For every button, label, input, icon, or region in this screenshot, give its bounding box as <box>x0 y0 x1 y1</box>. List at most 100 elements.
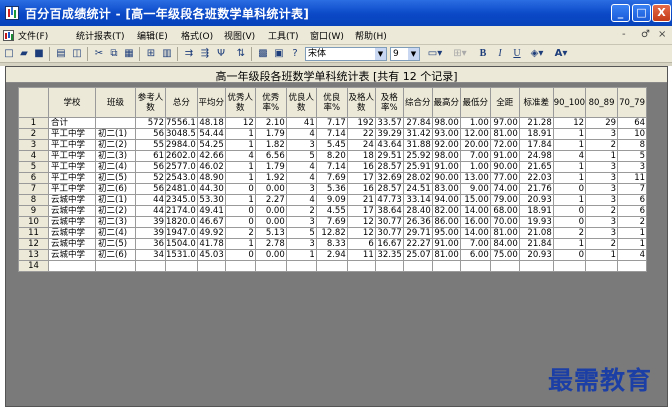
table-cell[interactable]: 3 <box>585 128 619 140</box>
table-cell[interactable]: 21.28 <box>518 117 554 129</box>
menu-view[interactable]: 视图(V) <box>224 29 255 42</box>
table-cell[interactable]: 2 <box>617 216 648 228</box>
table-cell[interactable]: 1 <box>552 194 587 206</box>
table-cell[interactable]: 30.77 <box>374 227 404 239</box>
table-cell[interactable]: 云城中学 <box>48 238 96 250</box>
table-cell[interactable]: 572 <box>135 117 166 129</box>
table-cell[interactable]: 云城中学 <box>48 194 96 206</box>
menu-format[interactable]: 格式(O) <box>181 29 213 42</box>
table-cell[interactable]: 1947.0 <box>165 227 198 239</box>
save-icon[interactable]: ■ <box>32 47 46 61</box>
table-cell[interactable]: 18.91 <box>518 205 554 217</box>
table-row[interactable]: 11 云城中学 初二(4) 39 1947.0 49.92 2 5.13 5 12.82 12 30.… <box>18 227 648 239</box>
table-cell[interactable]: 61 <box>135 150 166 162</box>
column-header[interactable]: 优秀人数 <box>224 87 256 118</box>
table-cell[interactable]: 17 <box>346 205 376 217</box>
table-row[interactable]: 4 平工中学 初二(3) 61 2602.0 42.66 4 6.56 5 8.20 18 29.51… <box>18 150 648 162</box>
table-cell[interactable]: 81.00 <box>431 249 461 261</box>
table-cell[interactable]: 26.36 <box>402 216 433 228</box>
table-cell[interactable]: 初二(3) <box>95 216 136 228</box>
table-cell[interactable]: 初二(5) <box>95 238 136 250</box>
row-number[interactable]: 6 <box>18 172 49 184</box>
table-cell[interactable] <box>431 260 461 272</box>
table-cell[interactable]: 33.57 <box>374 117 404 129</box>
table-cell[interactable]: 16 <box>346 183 376 195</box>
column-header[interactable]: 最高分 <box>431 87 461 118</box>
table-cell[interactable]: 4 <box>285 194 317 206</box>
maximize-button[interactable]: □ <box>632 4 651 22</box>
table-cell[interactable]: 3 <box>285 139 317 151</box>
table-cell[interactable]: 5.13 <box>254 227 287 239</box>
table-cell[interactable]: 79.00 <box>489 194 520 206</box>
table-row[interactable]: 12 云城中学 初二(5) 36 1504.0 41.78 1 2.78 3 8.33 6 16.67… <box>18 238 648 250</box>
table-cell[interactable]: 29.51 <box>374 150 404 162</box>
row-number[interactable]: 8 <box>18 194 49 206</box>
corner-cell[interactable] <box>18 87 49 118</box>
table-cell[interactable]: 初二(4) <box>95 227 136 239</box>
sort-icon[interactable]: ⇅ <box>234 47 248 61</box>
table-cell[interactable]: 86.00 <box>431 216 461 228</box>
bold-button[interactable]: B <box>476 47 490 61</box>
table-cell[interactable]: 2.94 <box>315 249 348 261</box>
table-cell[interactable]: 3 <box>585 227 619 239</box>
table-cell[interactable]: 21.84 <box>518 238 554 250</box>
table-cell[interactable] <box>374 260 404 272</box>
table-cell[interactable]: 29.71 <box>402 227 433 239</box>
table-cell[interactable]: 90.00 <box>431 172 461 184</box>
table-cell[interactable]: 12 <box>224 117 256 129</box>
table-cell[interactable] <box>617 260 648 272</box>
table-cell[interactable]: 81.00 <box>489 227 520 239</box>
table-cell[interactable]: 2 <box>285 205 317 217</box>
table-cell[interactable]: 7.69 <box>315 172 348 184</box>
mdi-restore-button[interactable]: ♂ <box>641 29 650 40</box>
table-cell[interactable]: 68.00 <box>489 205 520 217</box>
table-cell[interactable]: 12 <box>552 117 587 129</box>
table-cell[interactable]: 4 <box>224 150 256 162</box>
table-cell[interactable]: 49.41 <box>196 205 226 217</box>
table-cell[interactable] <box>518 260 554 272</box>
table-cell[interactable]: 1 <box>617 227 648 239</box>
minimize-button[interactable]: _ <box>611 4 630 22</box>
table-cell[interactable]: 39.29 <box>374 128 404 140</box>
table-cell[interactable]: 0 <box>224 183 256 195</box>
table-cell[interactable]: 1.92 <box>254 172 287 184</box>
table-cell[interactable]: 25.07 <box>402 249 433 261</box>
table-cell[interactable]: 2 <box>585 238 619 250</box>
table-cell[interactable]: 74.00 <box>489 183 520 195</box>
table-row[interactable]: 6 平工中学 初二(5) 52 2543.0 48.90 1 1.92 4 7.69 17 32.69… <box>18 172 648 184</box>
table-cell[interactable]: 20.93 <box>518 194 554 206</box>
table-cell[interactable]: 3 <box>585 172 619 184</box>
table-cell[interactable]: 21.65 <box>518 161 554 173</box>
table-cell[interactable]: 41.78 <box>196 238 226 250</box>
help-icon[interactable]: ? <box>288 47 302 61</box>
table-cell[interactable]: 21.76 <box>518 183 554 195</box>
table-row[interactable]: 10 云城中学 初二(3) 39 1820.0 46.67 0 0.00 3 7.69 12 30.7… <box>18 216 648 228</box>
table-cell[interactable]: 17 <box>346 172 376 184</box>
table-cell[interactable]: 9.09 <box>315 194 348 206</box>
table-cell[interactable]: 46.67 <box>196 216 226 228</box>
column-header[interactable]: 最低分 <box>459 87 491 118</box>
table-cell[interactable]: 54.44 <box>196 128 226 140</box>
row-number[interactable]: 12 <box>18 238 49 250</box>
table-cell[interactable]: 81.00 <box>489 128 520 140</box>
column-header[interactable]: 参考人数 <box>135 87 166 118</box>
table-cell[interactable]: 0 <box>552 183 587 195</box>
fill-color-icon[interactable]: ◈▾ <box>527 47 547 61</box>
table-cell[interactable]: 1 <box>224 172 256 184</box>
column-header[interactable]: 90_100 <box>552 87 587 118</box>
column-header[interactable]: 及格率% <box>374 87 404 118</box>
table-cell[interactable]: 56 <box>135 128 166 140</box>
row-number[interactable]: 4 <box>18 150 49 162</box>
table-cell[interactable]: 55 <box>135 139 166 151</box>
column-header[interactable]: 优秀率% <box>254 87 287 118</box>
table-cell[interactable]: 45.03 <box>196 249 226 261</box>
table-cell[interactable]: 4 <box>617 249 648 261</box>
insert-row-icon[interactable]: ⊞ <box>144 47 158 61</box>
table-cell[interactable]: 2481.0 <box>165 183 198 195</box>
table-cell[interactable] <box>165 260 198 272</box>
table-cell[interactable]: 云城中学 <box>48 227 96 239</box>
table-cell[interactable] <box>552 260 587 272</box>
table-cell[interactable]: 11 <box>617 172 648 184</box>
table-cell[interactable]: 1.79 <box>254 128 287 140</box>
table-cell[interactable]: 25.91 <box>402 161 433 173</box>
